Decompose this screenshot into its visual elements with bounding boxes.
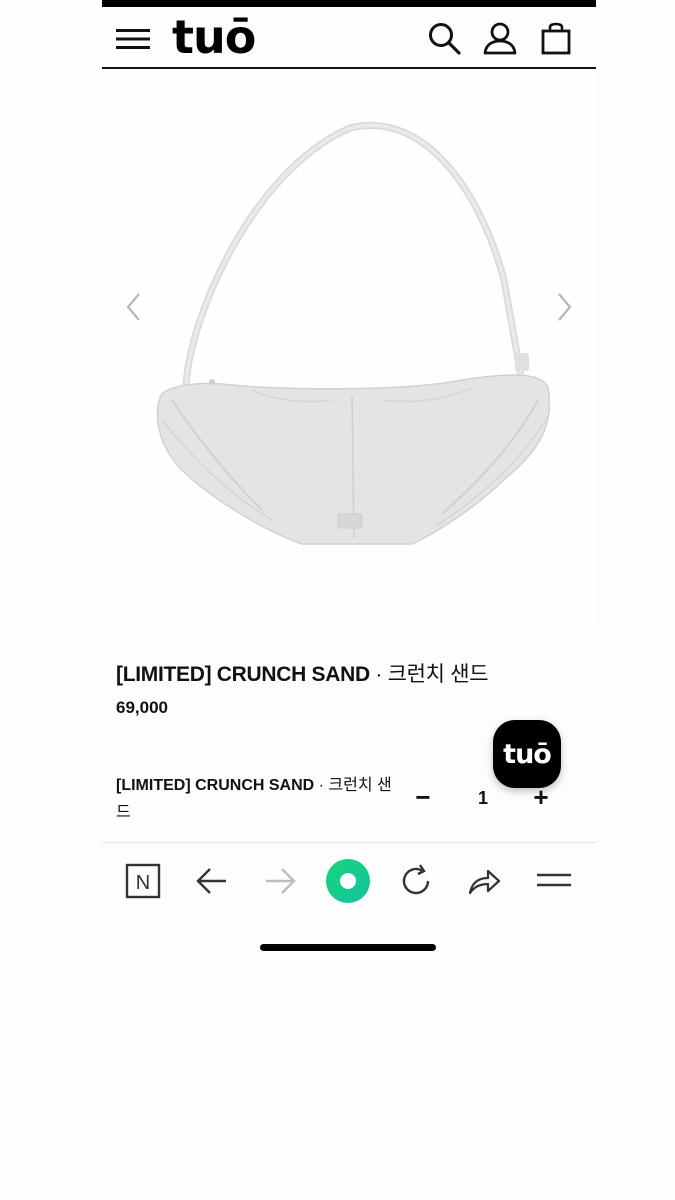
menu-icon[interactable] — [114, 24, 152, 54]
quantity-decrease-button[interactable]: − — [408, 782, 438, 812]
status-bar-strip — [102, 0, 596, 7]
share-icon[interactable] — [464, 861, 504, 901]
option-name-separator: · — [314, 777, 329, 794]
product-title-en: [LIMITED] CRUNCH SAND — [116, 663, 370, 686]
search-icon[interactable] — [426, 20, 462, 56]
naver-n-label: N — [136, 872, 150, 894]
option-name: [LIMITED] CRUNCH SAND · 크런치 샌드 — [116, 772, 401, 826]
forward-arrow-icon[interactable] — [260, 861, 300, 901]
previous-image-arrow-icon[interactable] — [122, 290, 146, 324]
product-title-separator: · — [369, 663, 388, 686]
refresh-icon[interactable] — [396, 861, 436, 901]
browser-toolbar: N — [102, 842, 596, 922]
home-indicator[interactable] — [260, 944, 436, 951]
site-header: tuō — [102, 7, 596, 69]
product-image[interactable] — [102, 70, 596, 626]
green-circle-icon[interactable] — [324, 857, 372, 905]
product-price: 69,000 — [116, 698, 168, 717]
shopping-bag-icon[interactable] — [538, 20, 574, 56]
user-icon[interactable] — [482, 20, 518, 56]
brand-logo[interactable]: tuō — [172, 9, 256, 65]
product-title-kr: 크런치 샌드 — [387, 663, 489, 686]
floating-brand-button[interactable]: tuō — [493, 720, 561, 788]
app-frame: tuō [LIMITED] CRUNCH SAND · 크런치 샌드 69,00… — [102, 0, 596, 962]
option-name-en: [LIMITED] CRUNCH SAND — [116, 777, 315, 794]
next-image-arrow-icon[interactable] — [552, 290, 576, 324]
product-title: [LIMITED] CRUNCH SAND · 크런치 샌드 — [116, 658, 576, 688]
back-arrow-icon[interactable] — [192, 861, 232, 901]
quantity-value: 1 — [478, 788, 489, 808]
naver-n-icon[interactable]: N — [123, 861, 163, 901]
hamburger-icon[interactable] — [534, 861, 574, 901]
crunch-sand-bag-image — [156, 122, 551, 545]
